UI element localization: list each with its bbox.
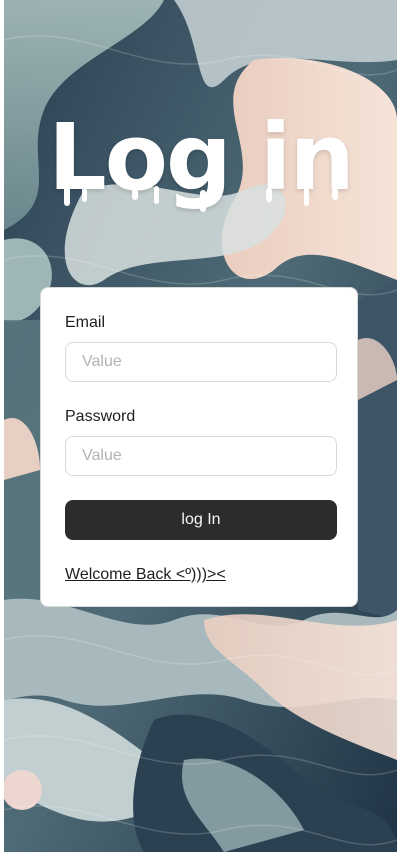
login-button[interactable]: log In — [65, 500, 337, 540]
email-input[interactable] — [65, 342, 337, 382]
email-field-group: Email — [65, 312, 337, 382]
page-title: Log in — [48, 104, 355, 211]
title-container: Log in — [4, 108, 397, 218]
email-label: Email — [65, 314, 106, 331]
password-input[interactable] — [65, 436, 337, 476]
password-label: Password — [65, 408, 136, 425]
login-screen: Log in Email Password log In Welcome Bac… — [4, 0, 397, 852]
login-form-card: Email Password log In Welcome Back <º)))… — [40, 287, 358, 607]
welcome-back-link[interactable]: Welcome Back <º)))>< — [65, 564, 226, 586]
password-field-group: Password — [65, 406, 337, 476]
